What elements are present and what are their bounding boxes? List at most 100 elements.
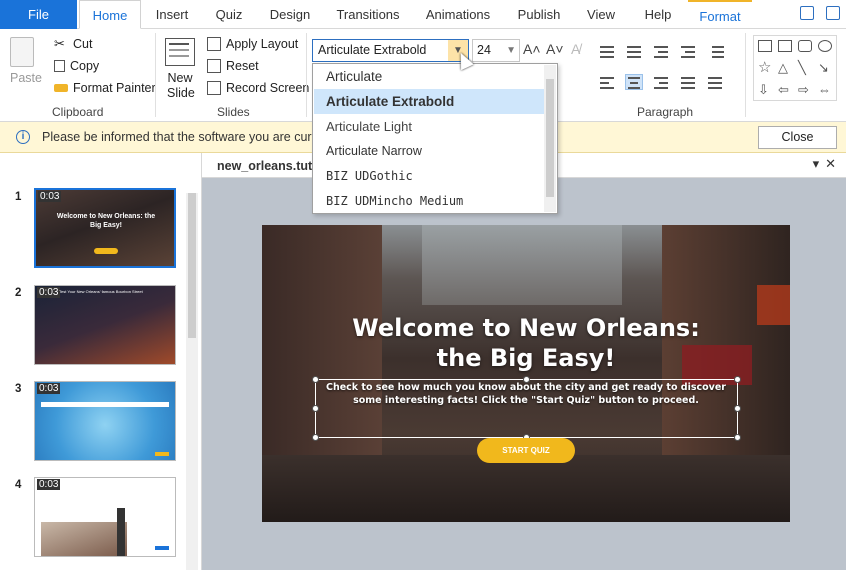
star-shape-icon[interactable]: ☆ [758, 60, 772, 75]
down-arrow-shape-icon[interactable]: ⇩ [758, 83, 772, 96]
shapes-gallery[interactable]: ☆ △ ╲ ↘ ⇩ ⇦ ⇨ ⇔ [753, 35, 837, 101]
new-slide-icon[interactable] [165, 38, 195, 66]
slide-thumbnail[interactable]: 0:03 Welcome to New Orleans: the Big Eas… [34, 188, 176, 268]
slide-number: 2 [15, 287, 22, 299]
tab-file[interactable]: File [0, 0, 77, 29]
font-option[interactable]: BIZ UDMincho Medium [314, 189, 544, 213]
cut-button[interactable]: ✂ Cut [54, 36, 92, 52]
slide-title[interactable]: Welcome to New Orleans: the Big Easy! [262, 313, 790, 373]
publish-icon[interactable] [800, 6, 814, 20]
clear-format-icon[interactable]: A̸ [571, 41, 580, 57]
left-arrow-shape-icon[interactable]: ⇦ [778, 83, 792, 96]
resize-handle[interactable] [312, 376, 319, 383]
selection-box[interactable] [315, 379, 738, 438]
font-option-highlighted[interactable]: Articulate Extrabold [314, 89, 544, 114]
notification-message: Please be informed that the software you… [42, 130, 330, 144]
paragraph-group-label: Paragraph [637, 105, 694, 119]
align-center-icon[interactable] [625, 74, 643, 90]
arrow-line-shape-icon[interactable]: ↘ [818, 61, 832, 74]
font-size-combobox[interactable]: 24 ▼ [472, 39, 520, 62]
increase-indent-icon[interactable] [679, 43, 697, 59]
scissors-icon: ✂ [54, 36, 65, 51]
grow-font-icon[interactable]: A˄ [523, 41, 541, 57]
rectangle-shape-icon[interactable] [778, 40, 792, 52]
font-option[interactable]: Articulate Narrow [314, 139, 544, 164]
menu-tabs: File Home Insert Quiz Design Transitions… [0, 0, 846, 29]
rounded-rectangle-shape-icon[interactable] [798, 40, 812, 52]
tab-home[interactable]: Home [79, 0, 141, 29]
tab-transitions[interactable]: Transitions [332, 0, 404, 29]
text-direction-icon[interactable] [706, 74, 724, 90]
resize-handle[interactable] [312, 405, 319, 412]
close-button[interactable]: Close [758, 126, 837, 149]
slide-thumbnail[interactable]: 0:03 [34, 477, 176, 557]
slide-thumbnail[interactable]: 0:03 [34, 381, 176, 461]
record-screen-button[interactable]: Record Screen [207, 81, 309, 95]
info-icon: i [16, 130, 30, 144]
duration-badge: 0:03 [37, 383, 61, 394]
right-arrow-shape-icon[interactable]: ⇨ [798, 83, 812, 96]
tab-insert[interactable]: Insert [147, 0, 197, 29]
dropdown-scrollbar[interactable] [544, 65, 556, 212]
brush-icon [54, 84, 68, 92]
slide-title-line1: Welcome to New Orleans: [352, 314, 700, 342]
resize-handle[interactable] [734, 405, 741, 412]
close-icon[interactable]: ✕ [825, 156, 842, 171]
decrease-indent-icon[interactable] [652, 43, 670, 59]
tab-help[interactable]: Help [636, 0, 680, 29]
divider [745, 33, 746, 117]
tab-quiz[interactable]: Quiz [208, 0, 250, 29]
bullets-icon[interactable] [598, 43, 616, 59]
slide-thumbnail[interactable]: 0:03 Test Your New Orleans' famous Bourb… [34, 285, 176, 365]
font-option[interactable]: Articulate [314, 64, 544, 89]
thumbnail-scrollbar[interactable] [186, 193, 198, 570]
tab-controls: ▾✕ [813, 156, 842, 172]
font-option[interactable]: Articulate Light [314, 114, 544, 139]
line-shape-icon[interactable]: ╲ [798, 61, 812, 74]
tab-design[interactable]: Design [264, 0, 316, 29]
textbox-shape-icon[interactable] [758, 40, 772, 52]
shrink-font-icon[interactable]: A˅ [546, 41, 564, 57]
double-arrow-shape-icon[interactable]: ⇔ [818, 83, 832, 96]
align-left-icon[interactable] [598, 74, 616, 90]
start-quiz-button[interactable]: START QUIZ [477, 438, 575, 463]
align-right-icon[interactable] [652, 74, 670, 90]
font-dropdown-list[interactable]: Articulate Articulate Extrabold Articula… [312, 63, 558, 214]
triangle-shape-icon[interactable]: △ [778, 61, 792, 74]
apply-layout-button[interactable]: Apply Layout [207, 37, 298, 51]
reset-icon [207, 59, 221, 73]
street [262, 455, 790, 522]
paste-button[interactable]: Paste [10, 71, 42, 85]
layout-icon [207, 37, 221, 51]
line-spacing-icon[interactable] [706, 43, 724, 59]
help-icon[interactable] [826, 6, 840, 20]
font-option[interactable]: BIZ UDGothic [314, 164, 544, 189]
numbering-icon[interactable] [625, 43, 643, 59]
new-slide-button[interactable]: New Slide [167, 71, 195, 101]
resize-handle[interactable] [734, 434, 741, 441]
resize-handle[interactable] [312, 434, 319, 441]
tab-animations[interactable]: Animations [421, 0, 495, 29]
scrollbar-thumb[interactable] [188, 193, 196, 338]
start-button-thumb [94, 248, 118, 254]
font-name-combobox[interactable]: Articulate Extrabold ▼ [312, 39, 469, 62]
paste-icon[interactable] [10, 37, 34, 67]
justify-icon[interactable] [679, 74, 697, 90]
document-name[interactable]: new_orleans.tut [217, 159, 312, 173]
tab-format[interactable]: Format [688, 0, 752, 29]
tab-view[interactable]: View [581, 0, 621, 29]
copy-button[interactable]: Copy [54, 59, 99, 73]
scrollbar-thumb[interactable] [546, 79, 554, 197]
rotate-handle[interactable] [523, 376, 530, 383]
format-painter-button[interactable]: Format Painter [54, 81, 156, 95]
slides-group-label: Slides [217, 105, 250, 119]
clipboard-group-label: Clipboard [52, 105, 104, 119]
tab-publish[interactable]: Publish [512, 0, 566, 29]
window-icons [800, 6, 840, 20]
reset-button[interactable]: Reset [207, 59, 259, 73]
slide-stage[interactable]: Welcome to New Orleans: the Big Easy! Ch… [262, 225, 790, 522]
oval-shape-icon[interactable] [818, 40, 832, 52]
resize-handle[interactable] [734, 376, 741, 383]
chevron-down-icon[interactable]: ▼ [506, 40, 516, 61]
tab-menu-icon[interactable]: ▾ [813, 156, 826, 171]
